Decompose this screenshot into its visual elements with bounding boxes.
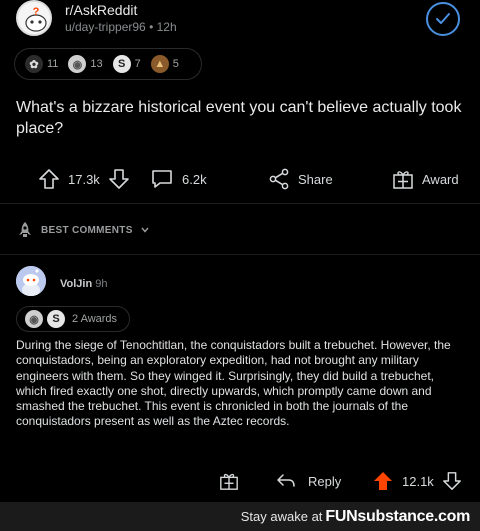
award-item: ◉ 13	[68, 55, 103, 73]
comment-award-button[interactable]	[219, 468, 239, 494]
rocket-icon	[19, 222, 31, 237]
take-my-power-award-icon: S	[112, 55, 131, 73]
subreddit-avatar[interactable]: ?	[16, 0, 52, 36]
askreddit-logo-icon: ?	[20, 4, 50, 34]
upvote-arrow-icon[interactable]	[38, 168, 60, 190]
gift-icon	[393, 171, 413, 189]
share-button[interactable]: Share	[268, 163, 333, 195]
post-title[interactable]: What's a bizzare historical event you ca…	[16, 97, 464, 139]
divider	[0, 203, 480, 204]
comment-score: 12.1k	[402, 473, 434, 489]
comment-age: 9h	[95, 278, 108, 290]
award-count: 7	[134, 58, 141, 70]
comment-count: 6.2k	[182, 171, 207, 187]
award-item: ▲ 5	[150, 55, 179, 73]
award-item: S 7	[112, 55, 141, 73]
gift-icon	[220, 474, 238, 490]
comment-author-avatar[interactable]	[16, 266, 46, 296]
comment-author[interactable]: VolJin	[60, 278, 92, 290]
post-header: ? r/AskReddit u/day-tripper96 • 12h	[16, 0, 464, 46]
snoo-avatar-icon	[16, 266, 46, 296]
divider	[0, 254, 480, 255]
reply-label: Reply	[308, 473, 342, 489]
share-icon	[269, 168, 289, 190]
award-button[interactable]: Award	[392, 163, 459, 195]
sort-label: BEST COMMENTS	[41, 224, 133, 236]
award-count: 11	[47, 58, 59, 70]
silver-award-icon: ◉	[68, 55, 87, 73]
post-age: 12h	[156, 20, 177, 34]
subreddit-name[interactable]: r/AskReddit	[65, 2, 137, 18]
vote-group: 17.3k	[38, 163, 130, 195]
downvote-arrow-icon[interactable]	[108, 168, 130, 190]
comment-body: During the siege of Tenochtitlan, the co…	[16, 338, 451, 429]
share-label: Share	[298, 171, 333, 187]
comments-button[interactable]: 6.2k	[150, 163, 207, 195]
comment-awards-label: 2 Awards	[72, 313, 118, 325]
post-author[interactable]: u/day-tripper96	[65, 20, 146, 34]
silver-award-icon: ◉	[25, 310, 43, 328]
downvote-arrow-icon[interactable]	[442, 471, 462, 491]
take-my-power-award-icon: S	[47, 310, 65, 328]
comment-sort-dropdown[interactable]: BEST COMMENTS	[16, 220, 150, 240]
joined-button[interactable]	[426, 2, 460, 36]
award-item: ✿ 11	[25, 55, 58, 73]
checkmark-icon	[436, 13, 450, 24]
comment-meta: VolJin 9h	[60, 278, 108, 290]
comment-awards-pill[interactable]: ◉ S 2 Awards	[16, 306, 130, 332]
post-score: 17.3k	[68, 171, 100, 187]
meta-separator: •	[149, 20, 157, 34]
footer-text: Stay awake at	[240, 509, 323, 524]
chevron-down-icon	[141, 227, 149, 233]
svg-text:?: ?	[33, 6, 40, 18]
comment-bubble-icon	[152, 170, 172, 188]
comment-action-bar: Reply 12.1k	[0, 468, 480, 494]
reply-arrow-icon	[277, 474, 295, 487]
footer-brand: FUNsubstance.com	[325, 507, 470, 525]
reply-button[interactable]: Reply	[276, 468, 341, 494]
post-action-bar: 17.3k 6.2k Share Award	[0, 163, 480, 195]
post-awards-pill[interactable]: ✿ 11 ◉ 13 S 7 ▲ 5	[14, 48, 202, 80]
award-count: 13	[90, 58, 103, 70]
wholesome-award-icon: ✿	[25, 55, 43, 73]
award-label: Award	[422, 171, 459, 187]
upvote-arrow-filled-icon[interactable]	[372, 470, 394, 492]
comment-vote-group: 12.1k	[372, 468, 462, 494]
watermark-footer: Stay awake at FUNsubstance.com	[0, 502, 480, 531]
poop-award-icon: ▲	[150, 55, 169, 73]
post-meta: u/day-tripper96 • 12h	[65, 20, 177, 34]
award-count: 5	[172, 58, 179, 70]
